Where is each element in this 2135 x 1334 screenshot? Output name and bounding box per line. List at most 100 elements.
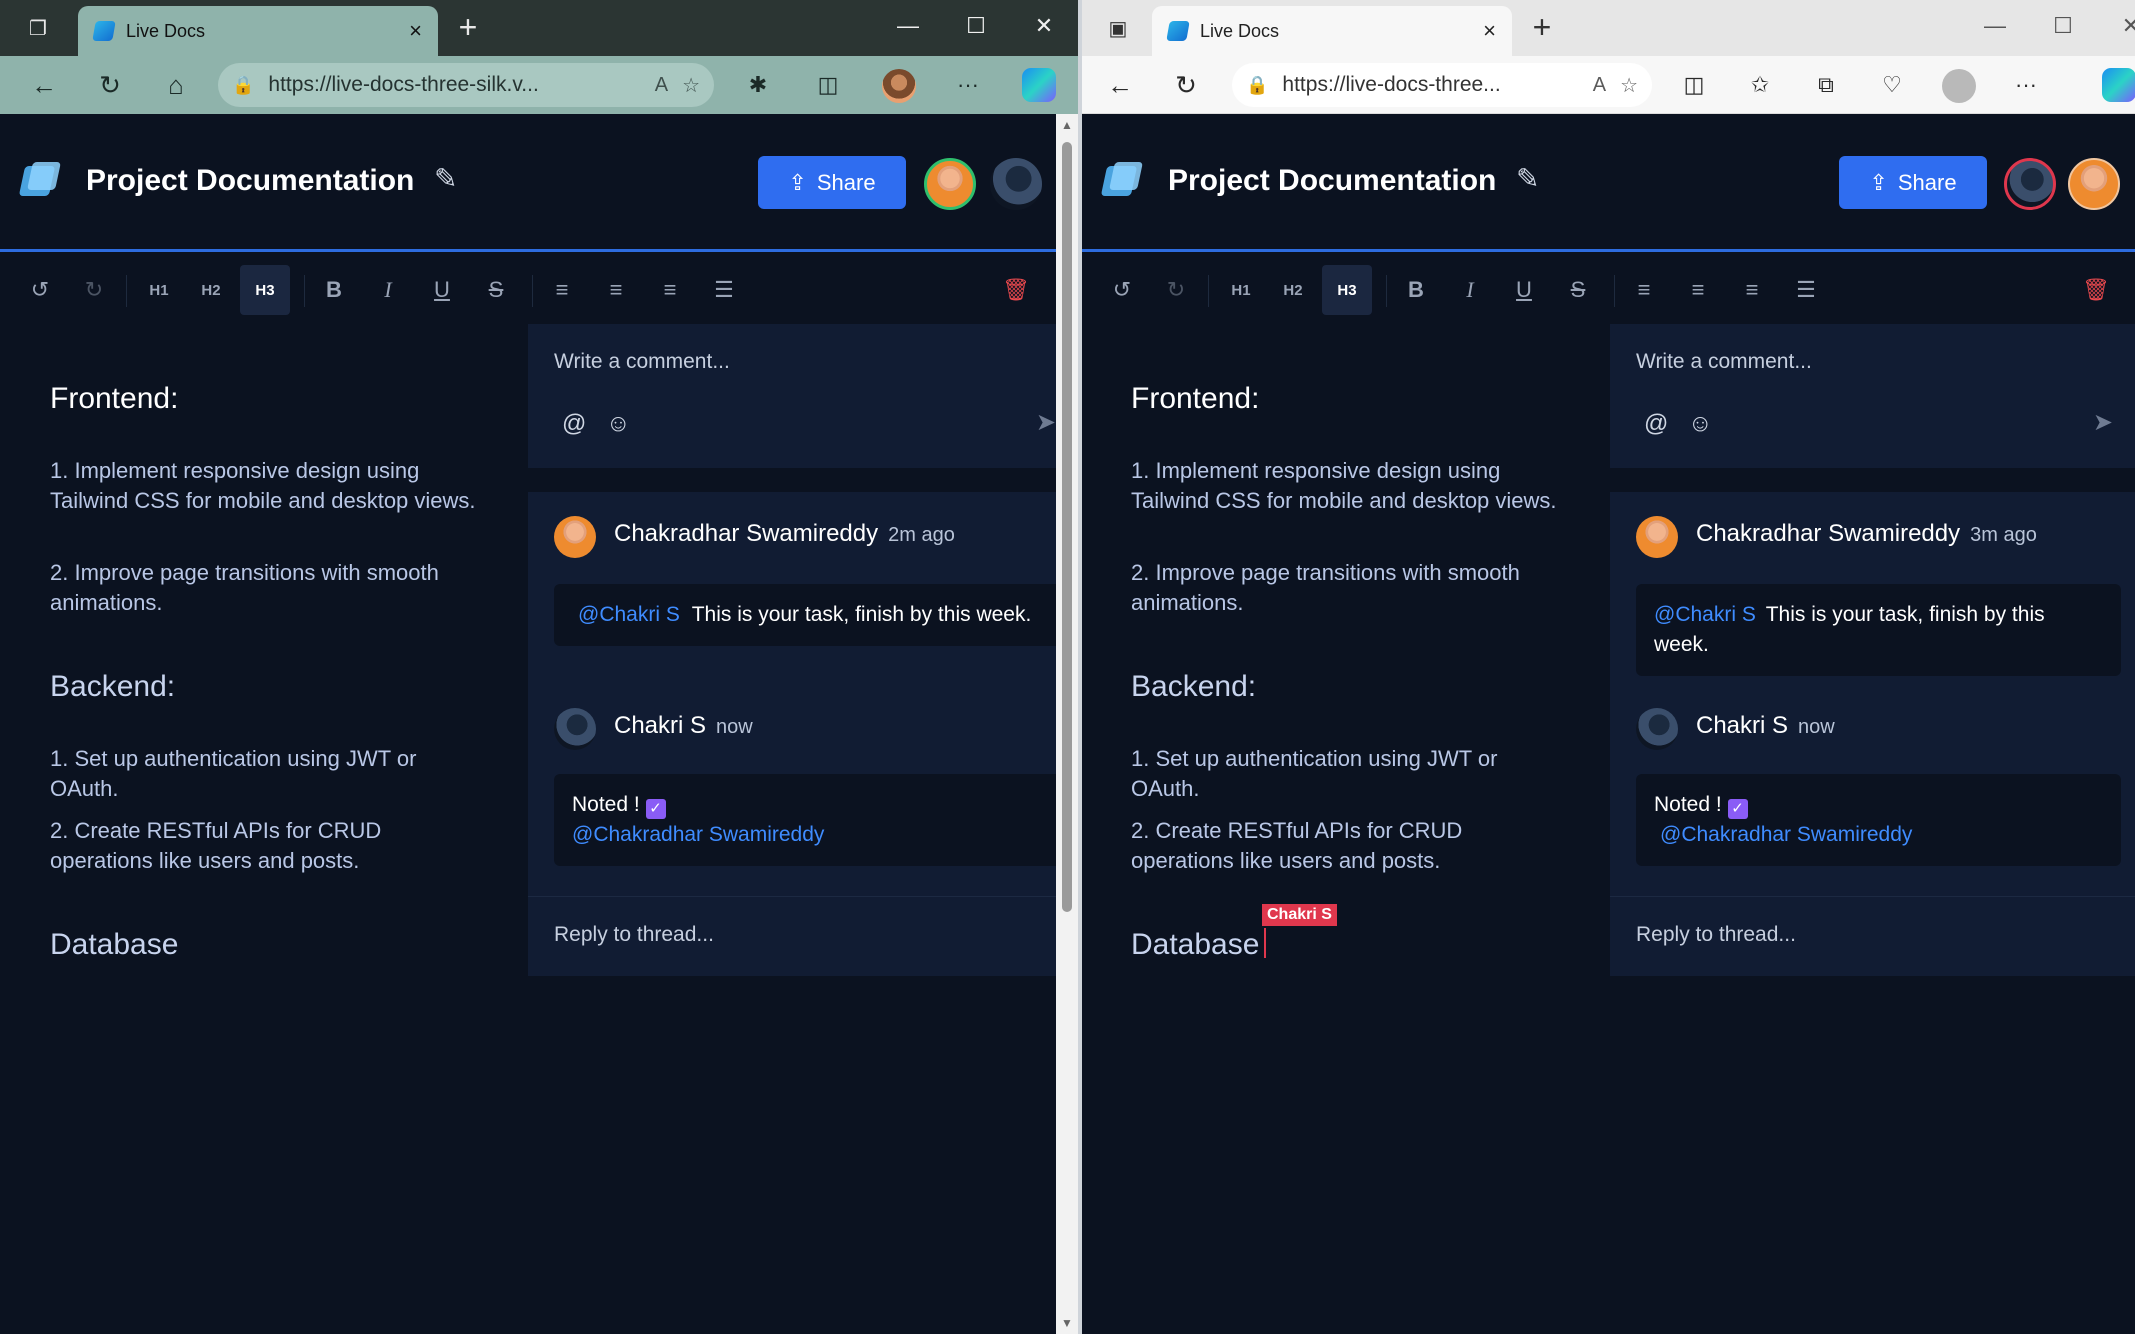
- close-icon[interactable]: ×: [1483, 20, 1496, 42]
- close-icon[interactable]: ✕: [1010, 8, 1078, 44]
- url-text: https://live-docs-three-silk.v...: [268, 73, 539, 96]
- refresh-icon[interactable]: ↻: [1168, 67, 1204, 103]
- scrollbar[interactable]: ▲ ▼: [1056, 114, 1078, 1334]
- browser-window-left: ❐ Live Docs × + — ☐ ✕ ← ↻ ⌂ 🔒 https://li…: [0, 0, 1078, 1334]
- profile-avatar[interactable]: [1942, 69, 1976, 103]
- align-right-icon[interactable]: ≡: [1734, 265, 1770, 315]
- scrollbar-thumb[interactable]: [1062, 142, 1072, 912]
- star-icon[interactable]: ☆: [682, 73, 700, 98]
- heading-2-button[interactable]: H2: [1268, 265, 1318, 315]
- heading-1-button[interactable]: H1: [134, 265, 184, 315]
- align-right-icon[interactable]: ≡: [652, 265, 688, 315]
- address-bar[interactable]: 🔒 https://live-docs-three-silk.v... A ☆: [218, 63, 714, 107]
- maximize-icon[interactable]: ☐: [2029, 8, 2097, 44]
- heading-3-button[interactable]: H3: [1322, 265, 1372, 315]
- mention-link[interactable]: @Chakri S: [1654, 603, 1756, 626]
- undo-icon[interactable]: ↺: [22, 265, 58, 315]
- more-icon[interactable]: ···: [952, 69, 984, 101]
- reply-input[interactable]: Reply to thread...: [1636, 923, 1796, 947]
- share-button[interactable]: ⇪ Share: [1839, 156, 1987, 209]
- mention-link[interactable]: @Chakradhar Swamireddy: [1660, 823, 1912, 846]
- heading-3-button[interactable]: H3: [240, 265, 290, 315]
- align-center-icon[interactable]: ≡: [1680, 265, 1716, 315]
- comment-composer[interactable]: Write a comment... @ ☺ ➤: [1610, 324, 2135, 468]
- emoji-icon[interactable]: ☺: [606, 410, 631, 438]
- strikethrough-icon[interactable]: S: [478, 265, 514, 315]
- mention-link[interactable]: @Chakradhar Swamireddy: [572, 823, 824, 846]
- read-aloud-icon[interactable]: A: [655, 74, 668, 97]
- comment-input[interactable]: Write a comment...: [554, 350, 730, 374]
- edit-icon[interactable]: ✎: [434, 164, 464, 194]
- split-screen-icon[interactable]: ◫: [1678, 69, 1710, 101]
- reply-input[interactable]: Reply to thread...: [554, 923, 714, 947]
- tabs-icon[interactable]: ▣: [1104, 14, 1132, 42]
- send-icon[interactable]: ➤: [1036, 408, 1056, 437]
- plus-icon[interactable]: +: [452, 11, 484, 44]
- copilot-icon[interactable]: [1022, 68, 1056, 102]
- strikethrough-icon[interactable]: S: [1560, 265, 1596, 315]
- trash-icon[interactable]: 🗑: [998, 265, 1034, 315]
- scroll-down-icon[interactable]: ▼: [1059, 1316, 1075, 1330]
- undo-icon[interactable]: ↺: [1104, 265, 1140, 315]
- tab-live-docs[interactable]: Live Docs ×: [78, 6, 438, 56]
- collections-icon[interactable]: ⧉: [1810, 69, 1842, 101]
- share-button[interactable]: ⇪ Share: [758, 156, 906, 209]
- home-icon[interactable]: ⌂: [158, 67, 194, 103]
- bold-icon[interactable]: B: [316, 265, 352, 315]
- favorites-icon[interactable]: ✩: [1744, 69, 1776, 101]
- document-editor[interactable]: Frontend: 1. Implement responsive design…: [1082, 324, 1610, 1334]
- heading-2-button[interactable]: H2: [186, 265, 236, 315]
- minimize-icon[interactable]: —: [1961, 8, 2029, 44]
- copilot-icon[interactable]: [2102, 68, 2135, 102]
- more-icon[interactable]: ···: [2010, 69, 2042, 101]
- heading-frontend: Frontend:: [50, 382, 179, 415]
- align-left-icon[interactable]: ≡: [1626, 265, 1662, 315]
- send-icon[interactable]: ➤: [2093, 408, 2113, 437]
- refresh-icon[interactable]: ↻: [92, 67, 128, 103]
- back-icon[interactable]: ←: [26, 67, 62, 103]
- align-justify-icon[interactable]: ☰: [1788, 265, 1824, 315]
- trash-icon[interactable]: 🗑: [2078, 265, 2114, 315]
- reply-box[interactable]: Reply to thread...: [1610, 896, 2135, 976]
- mention-link[interactable]: @Chakri S: [578, 603, 680, 626]
- align-left-icon[interactable]: ≡: [544, 265, 580, 315]
- redo-icon[interactable]: ↻: [1158, 265, 1194, 315]
- underline-icon[interactable]: U: [1506, 265, 1542, 315]
- at-icon[interactable]: @: [562, 410, 586, 438]
- at-icon[interactable]: @: [1644, 410, 1668, 438]
- doc-title[interactable]: Project Documentation: [1168, 164, 1496, 198]
- italic-icon[interactable]: I: [1452, 265, 1488, 315]
- address-bar[interactable]: 🔒 https://live-docs-three... A ☆: [1232, 63, 1652, 107]
- profile-avatar[interactable]: [882, 69, 916, 103]
- star-icon[interactable]: ☆: [1620, 73, 1638, 98]
- maximize-icon[interactable]: ☐: [942, 8, 1010, 44]
- scroll-up-icon[interactable]: ▲: [1059, 118, 1075, 132]
- comment-composer[interactable]: Write a comment... @ ☺ ➤: [528, 324, 1078, 468]
- comment-input[interactable]: Write a comment...: [1636, 350, 1812, 374]
- read-aloud-icon[interactable]: A: [1593, 74, 1606, 97]
- back-icon[interactable]: ←: [1102, 67, 1138, 103]
- redo-icon[interactable]: ↻: [76, 265, 112, 315]
- extensions-icon[interactable]: ✱: [742, 69, 774, 101]
- emoji-icon[interactable]: ☺: [1688, 410, 1713, 438]
- align-justify-icon[interactable]: ☰: [706, 265, 742, 315]
- document-editor[interactable]: Frontend: 1. Implement responsive design…: [0, 324, 528, 1334]
- edit-icon[interactable]: ✎: [1516, 164, 1546, 194]
- reply-box[interactable]: Reply to thread...: [528, 896, 1078, 976]
- tab-live-docs[interactable]: Live Docs ×: [1152, 6, 1512, 56]
- align-center-icon[interactable]: ≡: [598, 265, 634, 315]
- close-icon[interactable]: ×: [409, 20, 422, 42]
- bold-icon[interactable]: B: [1398, 265, 1434, 315]
- doc-title[interactable]: Project Documentation: [86, 164, 414, 198]
- plus-icon[interactable]: +: [1526, 11, 1558, 44]
- health-icon[interactable]: ♡: [1876, 69, 1908, 101]
- split-screen-icon[interactable]: ◫: [812, 69, 844, 101]
- close-icon[interactable]: ✕: [2097, 8, 2135, 44]
- avatar: [1636, 708, 1678, 750]
- minimize-icon[interactable]: —: [874, 8, 942, 44]
- italic-icon[interactable]: I: [370, 265, 406, 315]
- tabs-icon[interactable]: ❐: [24, 14, 52, 42]
- underline-icon[interactable]: U: [424, 265, 460, 315]
- comment-body: Noted ! ✓ @Chakradhar Swamireddy: [1636, 774, 2121, 866]
- heading-1-button[interactable]: H1: [1216, 265, 1266, 315]
